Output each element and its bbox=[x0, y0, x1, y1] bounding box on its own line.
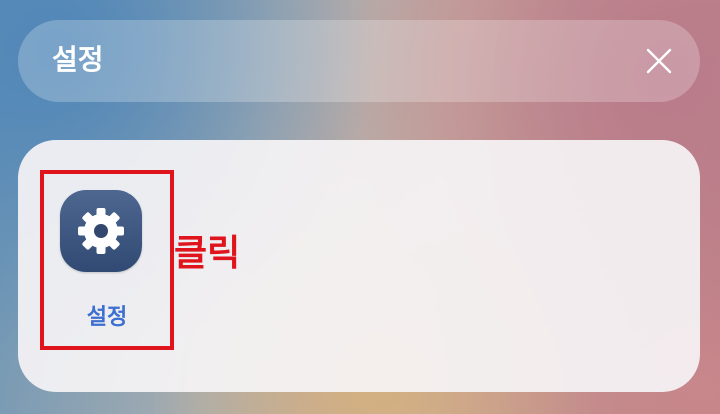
app-result-settings[interactable]: 설정 bbox=[40, 170, 174, 350]
settings-app-icon[interactable] bbox=[60, 190, 142, 272]
close-icon[interactable] bbox=[646, 48, 672, 74]
search-results-card: 설정 bbox=[18, 140, 700, 392]
click-annotation: 클릭 bbox=[174, 233, 241, 274]
search-bar[interactable]: 설정 bbox=[18, 20, 700, 102]
gear-icon bbox=[78, 208, 124, 254]
search-input[interactable]: 설정 bbox=[52, 42, 104, 78]
settings-app-label[interactable]: 설정 bbox=[40, 304, 174, 332]
